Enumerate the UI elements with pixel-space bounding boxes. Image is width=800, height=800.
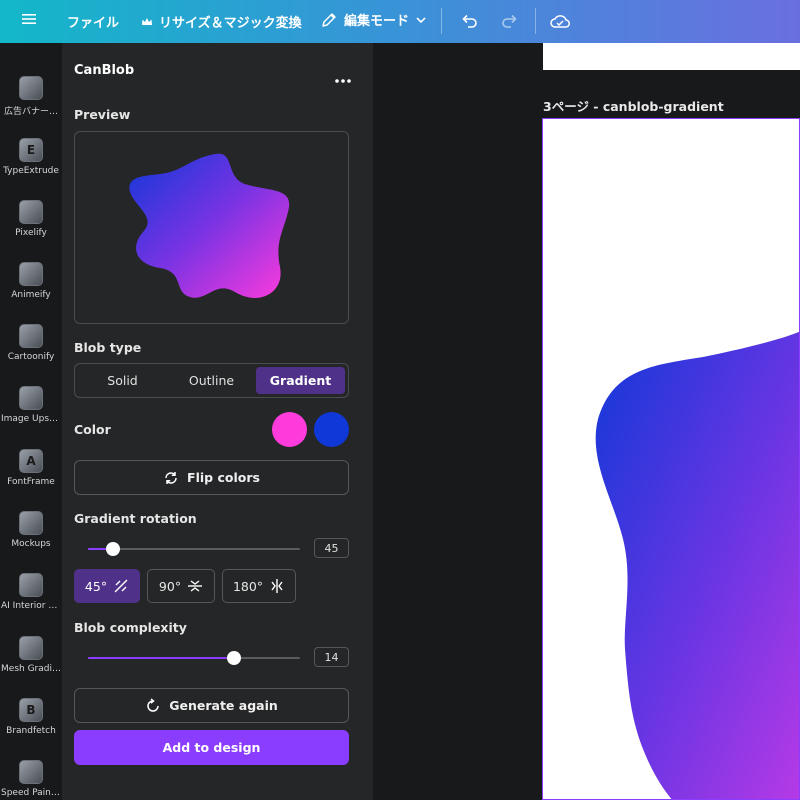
app-item[interactable]: Cartoonify bbox=[0, 324, 62, 362]
app-thumbnail bbox=[19, 76, 43, 100]
blob-type-gradient[interactable]: Gradient bbox=[256, 367, 345, 394]
rotate-90-icon bbox=[188, 580, 203, 592]
resize-magic-label: リサイズ＆マジック変換 bbox=[159, 16, 302, 31]
gradient-blob[interactable] bbox=[543, 119, 800, 800]
more-options-icon[interactable] bbox=[334, 69, 352, 88]
app-thumbnail bbox=[19, 760, 43, 784]
resize-magic-button[interactable]: リサイズ＆マジック変換 bbox=[141, 12, 302, 31]
app-label: AI Interior S… bbox=[1, 601, 62, 611]
app-label: Speed Paint… bbox=[1, 788, 62, 798]
redo-icon[interactable] bbox=[500, 11, 520, 31]
app-label: FontFrame bbox=[7, 477, 55, 487]
blob-type-solid[interactable]: Solid bbox=[78, 367, 167, 394]
gradient-rotation-value[interactable]: 45 bbox=[314, 538, 349, 558]
app-thumbnail bbox=[19, 511, 43, 535]
previous-page-preview[interactable] bbox=[543, 43, 800, 70]
gradient-rotation-label: Gradient rotation bbox=[74, 511, 197, 526]
app-label: Mesh Gradi… bbox=[1, 664, 61, 674]
rotation-45-label: 45° bbox=[84, 578, 108, 594]
toolbar-divider bbox=[535, 8, 536, 34]
menu-icon[interactable] bbox=[21, 11, 37, 27]
app-thumbnail bbox=[19, 262, 43, 286]
rotation-180-button[interactable]: 180° bbox=[222, 569, 296, 603]
edit-mode-dropdown[interactable]: 編集モード bbox=[320, 10, 427, 29]
slider-fill bbox=[88, 657, 234, 659]
blob-type-outline[interactable]: Outline bbox=[167, 367, 256, 394]
rotate-45-icon bbox=[114, 579, 128, 593]
pencil-icon bbox=[322, 12, 336, 27]
top-bar: ファイル リサイズ＆マジック変換 編集モード bbox=[0, 0, 800, 43]
app-thumbnail bbox=[19, 200, 43, 224]
cloud-sync-icon[interactable] bbox=[549, 11, 571, 31]
file-menu-label: ファイル bbox=[67, 16, 120, 31]
crown-icon bbox=[142, 17, 152, 25]
color-swatch-start[interactable] bbox=[272, 412, 307, 447]
generate-again-label: Generate again bbox=[169, 698, 278, 713]
blob-complexity-value[interactable]: 14 bbox=[314, 647, 349, 667]
file-menu[interactable]: ファイル bbox=[67, 12, 119, 31]
rotation-90-label: 90° bbox=[158, 578, 182, 594]
rotation-90-button[interactable]: 90° bbox=[147, 569, 215, 603]
app-label: Image Upsc… bbox=[1, 414, 62, 424]
flip-icon bbox=[165, 471, 177, 484]
app-label: Brandfetch bbox=[6, 726, 56, 736]
app-item[interactable]: Mockups bbox=[0, 511, 62, 549]
rotation-45-button[interactable]: 45° bbox=[74, 569, 140, 603]
app-label: TypeExtrude bbox=[3, 166, 59, 176]
gradient-rotation-slider[interactable] bbox=[88, 542, 300, 556]
app-thumbnail: A bbox=[19, 449, 43, 473]
app-item[interactable]: Speed Paint… bbox=[0, 760, 62, 798]
app-thumbnail: E bbox=[19, 138, 43, 162]
canblob-panel: CanBlob Preview Blob type Solid Outline … bbox=[62, 43, 373, 800]
app-item[interactable]: 広告バナー… bbox=[0, 76, 62, 117]
rotation-180-label: 180° bbox=[232, 578, 264, 594]
undo-icon[interactable] bbox=[459, 11, 479, 31]
add-to-design-button[interactable]: Add to design bbox=[74, 730, 349, 765]
color-swatch-end[interactable] bbox=[314, 412, 349, 447]
flip-colors-label: Flip colors bbox=[187, 470, 260, 485]
app-thumbnail bbox=[19, 636, 43, 660]
app-thumbnail: B bbox=[19, 698, 43, 722]
app-thumbnail bbox=[19, 573, 43, 597]
apps-rail: 広告バナー… E TypeExtrude Pixelify Animeify C… bbox=[0, 43, 62, 800]
blob-type-selector: Solid Outline Gradient bbox=[74, 363, 349, 398]
blob-type-label: Blob type bbox=[74, 340, 142, 355]
generate-again-button[interactable]: Generate again bbox=[74, 688, 349, 723]
app-label: Animeify bbox=[11, 290, 51, 300]
chevron-down-icon bbox=[416, 16, 426, 23]
page-label: 3ページ - canblob-gradient bbox=[543, 99, 724, 114]
app-label: Cartoonify bbox=[7, 352, 55, 362]
app-label: Pixelify bbox=[15, 228, 47, 238]
app-item[interactable]: Mesh Gradi… bbox=[0, 636, 62, 674]
add-to-design-label: Add to design bbox=[162, 740, 261, 755]
app-item[interactable]: Animeify bbox=[0, 262, 62, 300]
app-item[interactable]: Image Upsc… bbox=[0, 386, 62, 424]
slider-handle[interactable] bbox=[106, 542, 120, 556]
blob-preview bbox=[74, 131, 349, 324]
blob-complexity-slider[interactable] bbox=[88, 651, 300, 665]
toolbar-divider bbox=[441, 8, 442, 34]
refresh-icon bbox=[147, 697, 159, 712]
app-label: Mockups bbox=[11, 539, 51, 549]
preview-label: Preview bbox=[74, 107, 131, 122]
app-thumbnail bbox=[19, 324, 43, 348]
flip-colors-button[interactable]: Flip colors bbox=[74, 460, 349, 495]
app-item[interactable]: A FontFrame bbox=[0, 449, 62, 487]
app-label: 広告バナー… bbox=[3, 107, 58, 117]
panel-title: CanBlob bbox=[74, 63, 135, 78]
edit-mode-label: 編集モード bbox=[344, 14, 410, 29]
app-item[interactable]: B Brandfetch bbox=[0, 698, 62, 736]
app-item[interactable]: E TypeExtrude bbox=[0, 138, 62, 176]
blob-complexity-label: Blob complexity bbox=[74, 620, 187, 635]
app-thumbnail bbox=[19, 386, 43, 410]
app-item[interactable]: AI Interior S… bbox=[0, 573, 62, 611]
design-page[interactable] bbox=[542, 118, 800, 800]
rotate-180-icon bbox=[271, 579, 283, 593]
app-item[interactable]: Pixelify bbox=[0, 200, 62, 238]
color-label: Color bbox=[74, 422, 111, 437]
blob-preview-image bbox=[129, 153, 290, 298]
slider-handle[interactable] bbox=[227, 651, 241, 665]
